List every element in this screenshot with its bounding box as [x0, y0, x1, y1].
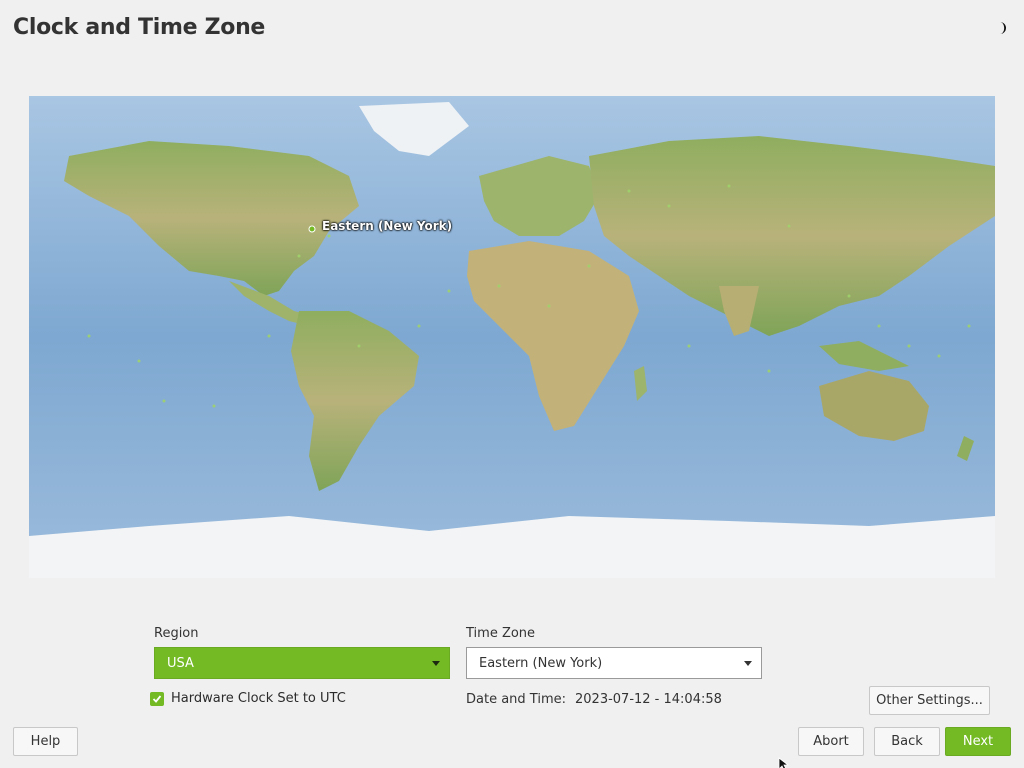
- region-label: Region: [154, 626, 199, 641]
- timezone-label: Time Zone: [466, 626, 536, 641]
- chevron-down-icon: [744, 661, 752, 666]
- selected-timezone-label: Eastern (New York): [322, 219, 453, 233]
- chevron-down-icon: [432, 661, 440, 666]
- page-title: Clock and Time Zone: [13, 15, 266, 40]
- selected-timezone-marker: [308, 225, 316, 233]
- timezone-combobox[interactable]: Eastern (New York): [466, 647, 762, 679]
- back-button[interactable]: Back: [874, 727, 940, 756]
- abort-button[interactable]: Abort: [798, 727, 864, 756]
- date-time-label: Date and Time:: [466, 692, 566, 707]
- other-settings-button[interactable]: Other Settings...: [869, 686, 990, 715]
- half-moon-icon[interactable]: [994, 20, 1010, 36]
- checkbox-checked-icon[interactable]: [150, 691, 164, 706]
- region-combobox[interactable]: USA: [154, 647, 450, 679]
- timezone-value: Eastern (New York): [479, 655, 603, 671]
- date-time-value: 2023-07-12 - 14:04:58: [575, 692, 722, 707]
- world-map[interactable]: Eastern (New York): [29, 96, 995, 578]
- hardware-clock-label: Hardware Clock Set to UTC: [171, 691, 346, 706]
- hardware-clock-utc-checkbox[interactable]: Hardware Clock Set to UTC: [150, 691, 346, 706]
- date-time-row: Date and Time: 2023-07-12 - 14:04:58: [466, 692, 722, 707]
- region-value: USA: [167, 655, 194, 671]
- next-button[interactable]: Next: [945, 727, 1011, 756]
- help-button[interactable]: Help: [13, 727, 78, 756]
- mouse-pointer-icon: [778, 756, 790, 768]
